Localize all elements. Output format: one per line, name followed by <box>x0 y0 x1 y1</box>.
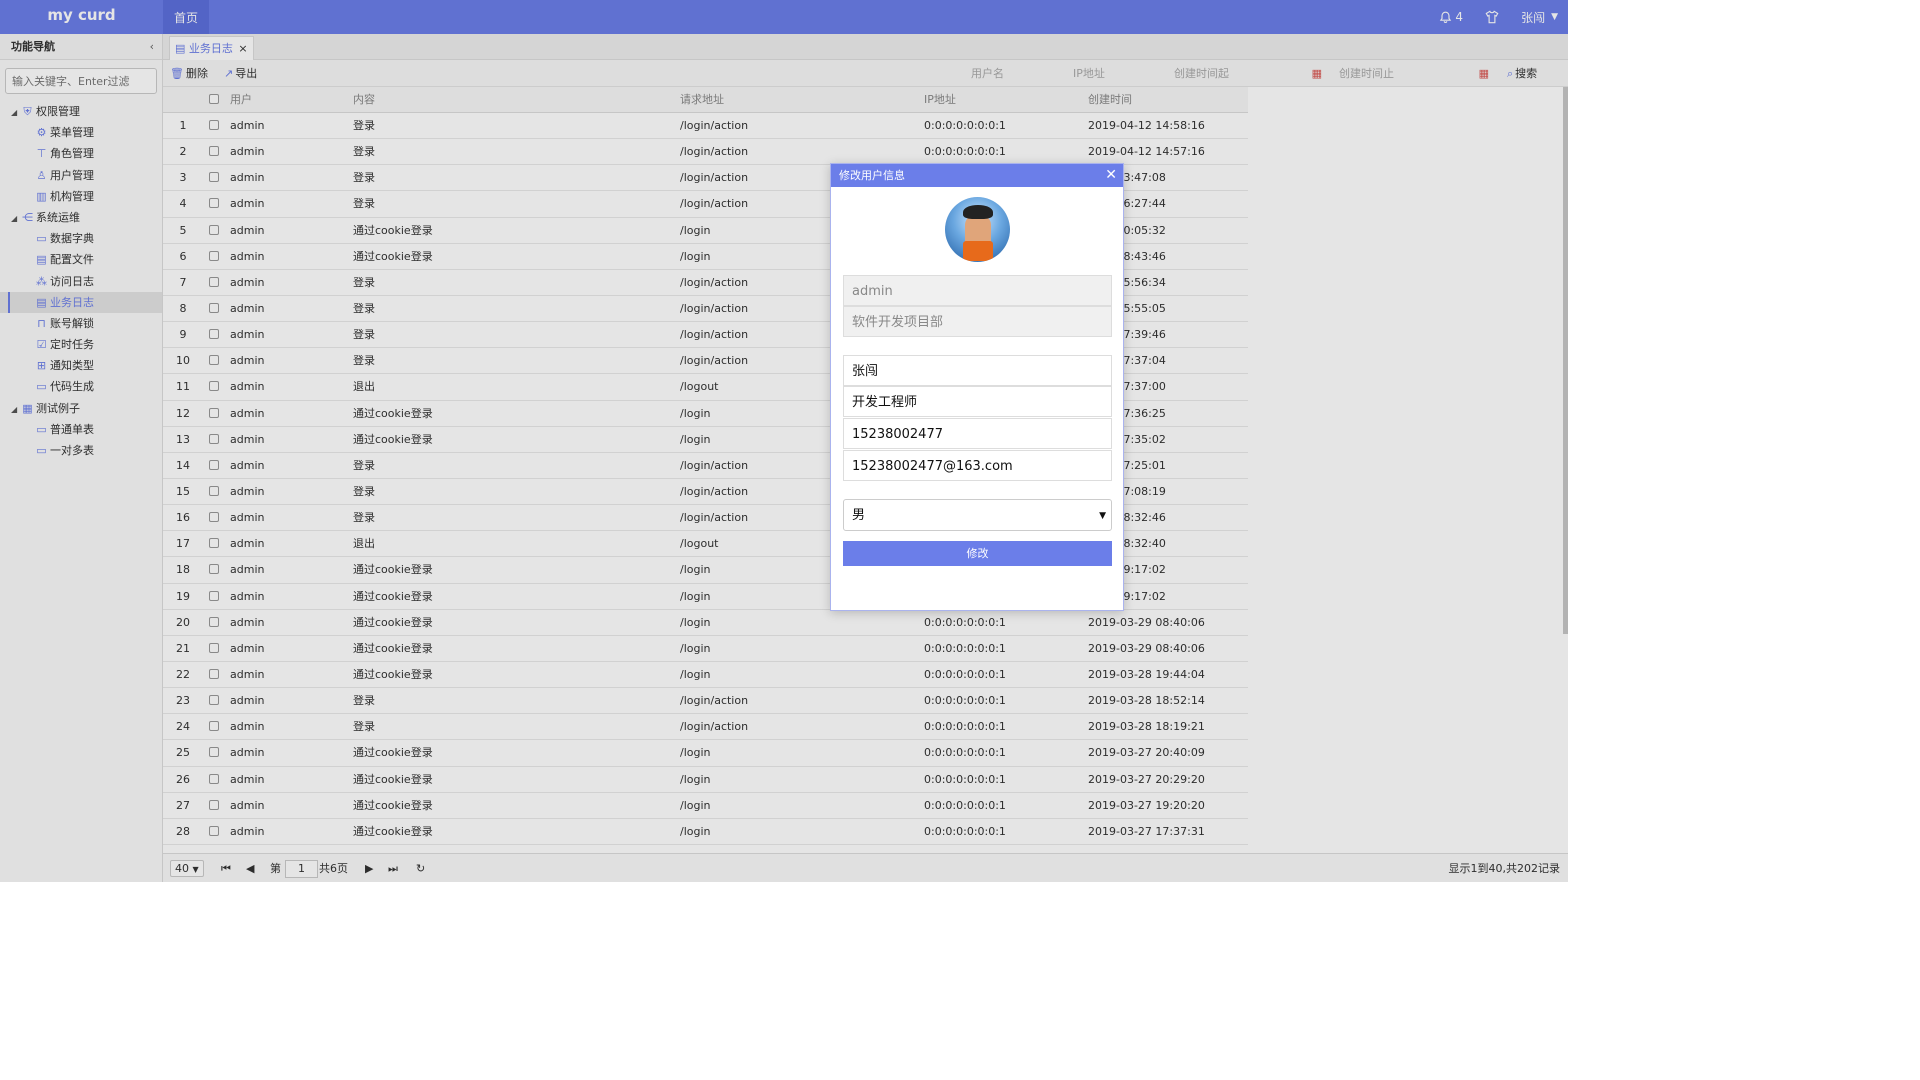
close-icon[interactable]: ✕ <box>1105 164 1117 187</box>
avatar[interactable] <box>945 197 1010 262</box>
org-field: 软件开发项目部 <box>843 306 1112 337</box>
email-field[interactable]: 15238002477@163.com <box>843 450 1112 481</box>
edit-user-dialog: 修改用户信息 ✕ admin 软件开发项目部 张闯 开发工程师 15238002… <box>830 163 1124 611</box>
submit-button[interactable]: 修改 <box>843 541 1112 566</box>
gender-select[interactable]: 男 ▼ <box>843 499 1112 531</box>
dialog-title: 修改用户信息 <box>839 169 905 182</box>
gender-value: 男 <box>852 508 866 523</box>
dialog-titlebar: 修改用户信息 ✕ <box>831 164 1123 187</box>
modal-overlay <box>0 0 1568 882</box>
phone-field[interactable]: 15238002477 <box>843 418 1112 449</box>
name-field[interactable]: 张闯 <box>843 355 1112 386</box>
caret-down-icon: ▼ <box>1099 511 1106 521</box>
position-field[interactable]: 开发工程师 <box>843 386 1112 417</box>
username-field: admin <box>843 275 1112 306</box>
